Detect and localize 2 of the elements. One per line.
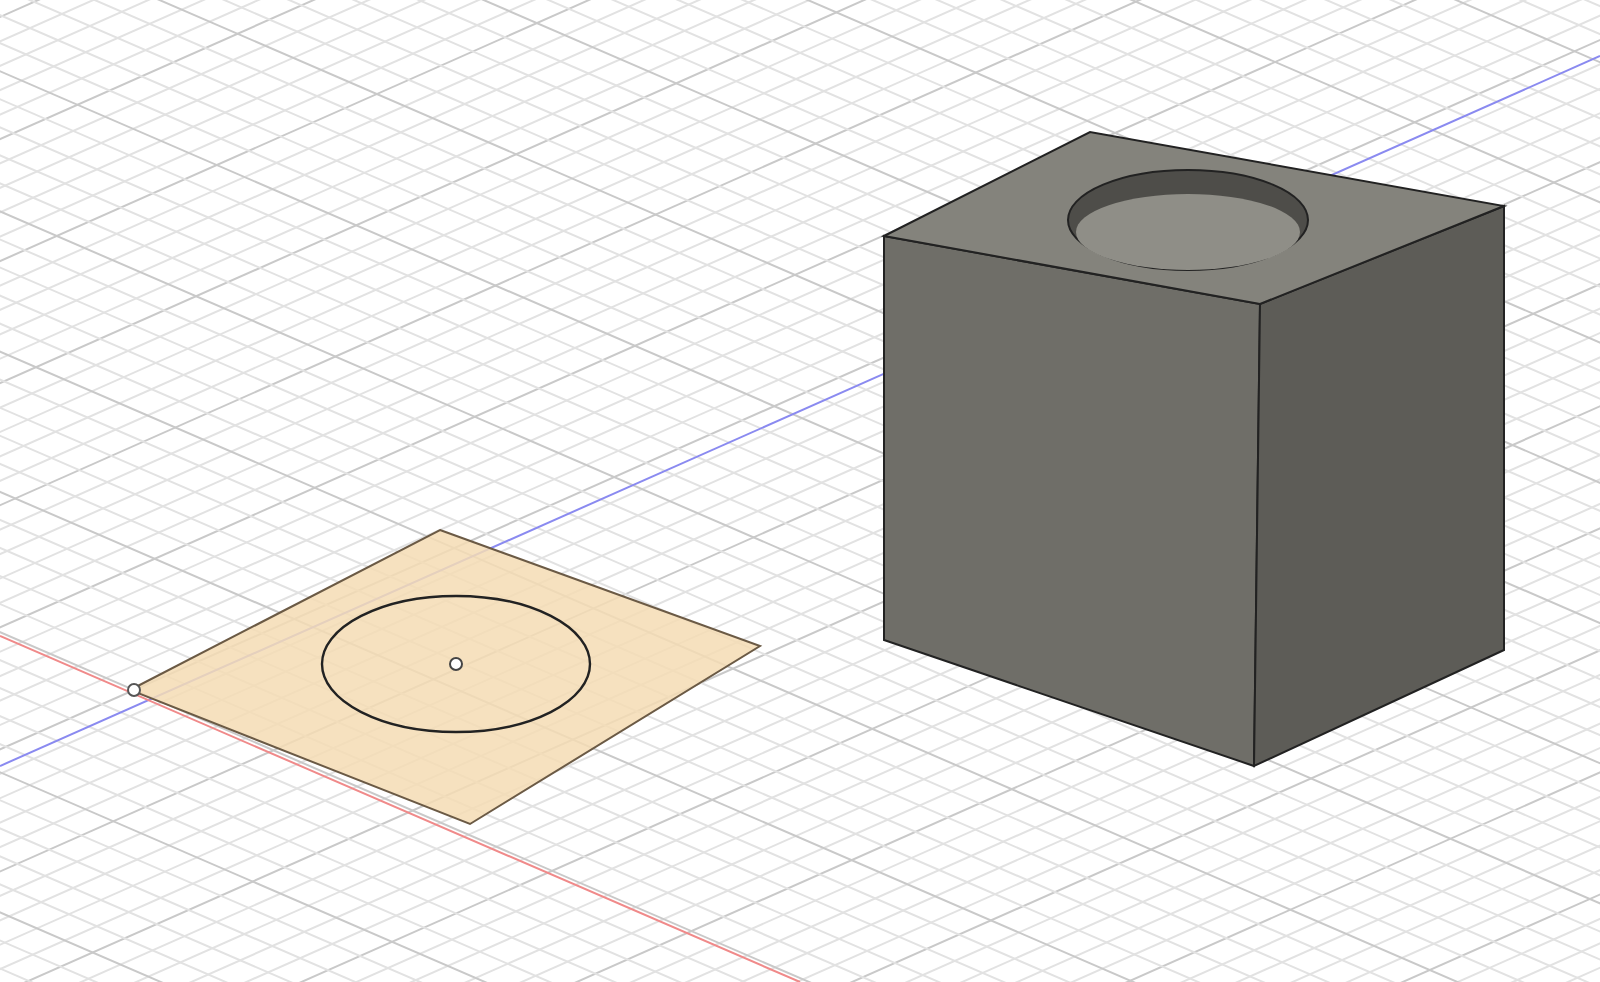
sketch-profile[interactable] xyxy=(127,528,763,826)
cube-body[interactable] xyxy=(880,130,1508,768)
